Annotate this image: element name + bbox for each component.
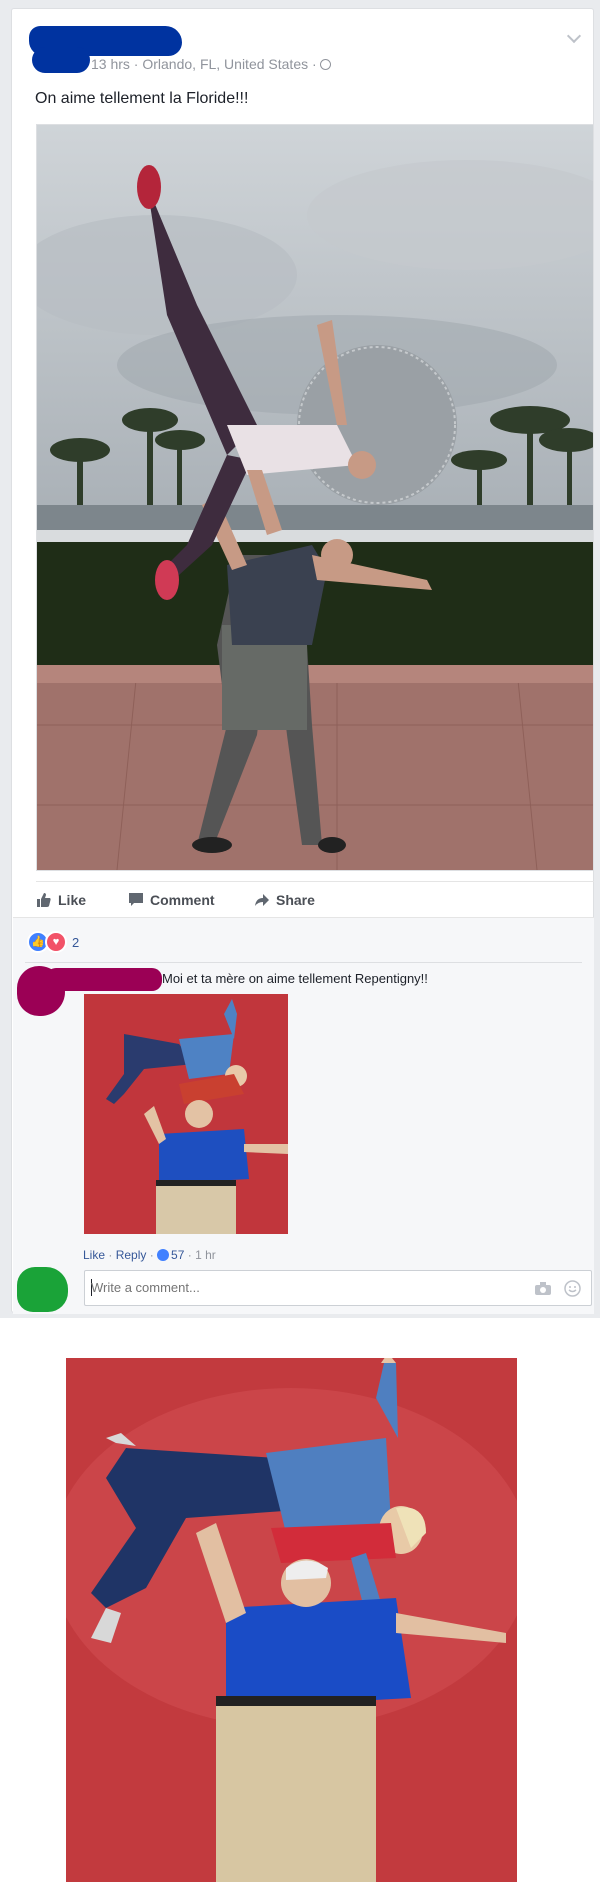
comment-photo[interactable]	[84, 994, 288, 1234]
share-icon	[255, 894, 269, 906]
love-reaction-icon: ♥	[45, 931, 67, 953]
comment-text: Moi et ta mère on aime tellement Repenti…	[162, 971, 428, 986]
share-button[interactable]: Share	[254, 892, 315, 908]
comment-actions: Like · Reply · 57 · 1 hr	[83, 1248, 216, 1262]
post-actions: Like Comment Share	[36, 881, 594, 918]
smiley-icon[interactable]	[564, 1280, 581, 1297]
separator: ·	[184, 1248, 196, 1262]
comment-reply-link[interactable]: Reply	[116, 1248, 147, 1262]
comment-input[interactable]	[91, 1280, 491, 1295]
reactions-summary[interactable]: 👍 ♥ 2	[27, 931, 79, 953]
globe-icon	[319, 59, 331, 70]
post-meta: 13 hrs · Orlando, FL, United States ·	[91, 56, 331, 72]
comment-button[interactable]: Comment	[128, 892, 215, 908]
post-text: On aime tellement la Floride!!!	[35, 90, 249, 107]
enlarged-comment-photo	[66, 1358, 517, 1882]
like-badge-icon	[157, 1249, 170, 1261]
comment-like-link[interactable]: Like	[83, 1248, 105, 1262]
like-icon	[37, 893, 51, 907]
comment-likes-count[interactable]: 57	[171, 1248, 184, 1262]
comment-icon	[129, 893, 143, 906]
like-label: Like	[58, 892, 87, 908]
redacted-author-avatar	[32, 47, 90, 73]
share-label: Share	[276, 892, 315, 908]
comment-timestamp[interactable]: 1 hr	[195, 1248, 216, 1262]
separator: ·	[105, 1248, 116, 1262]
redacted-viewer-avatar	[17, 1267, 68, 1312]
comment-composer[interactable]	[84, 1270, 592, 1306]
comment-label: Comment	[150, 892, 215, 908]
redacted-commenter-name	[46, 968, 162, 991]
like-button[interactable]: Like	[36, 892, 86, 908]
divider	[25, 962, 582, 963]
post-meta-text[interactable]: 13 hrs · Orlando, FL, United States ·	[91, 56, 317, 72]
post-photo[interactable]	[36, 124, 594, 871]
post-footer: 👍 ♥ 2 Moi et ta mère on aime tellement R…	[13, 917, 594, 1314]
camera-icon[interactable]	[535, 1282, 551, 1295]
separator: ·	[146, 1248, 158, 1262]
feed-post: 13 hrs · Orlando, FL, United States · On…	[11, 8, 594, 1314]
chevron-down-icon[interactable]	[566, 28, 582, 44]
reaction-count[interactable]: 2	[72, 935, 79, 950]
